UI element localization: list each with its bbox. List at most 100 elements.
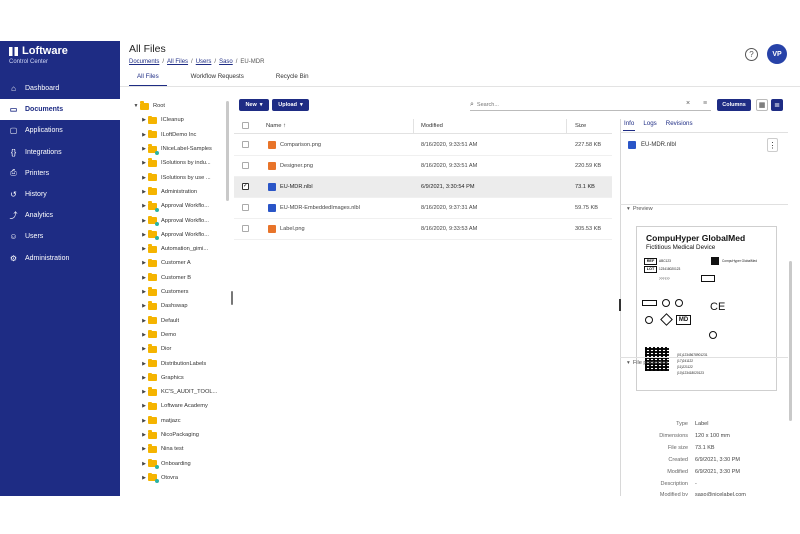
tree-item[interactable]: ▶ INiceLabel-Samples xyxy=(140,142,212,156)
chevron-right-icon[interactable]: ▶ xyxy=(140,403,148,409)
file-name[interactable]: EU-MDR-EmbeddedImages.nlbl xyxy=(280,205,360,211)
close-icon[interactable]: × xyxy=(686,100,690,107)
chevron-right-icon[interactable]: ▶ xyxy=(140,246,148,252)
tree-item[interactable]: ▶ Loftware Academy xyxy=(140,399,208,413)
chevron-right-icon[interactable]: ▶ xyxy=(140,160,148,166)
chevron-right-icon[interactable]: ▶ xyxy=(140,175,148,181)
tree-item[interactable]: ▶ matjazc xyxy=(140,414,181,428)
tree-item[interactable]: ▶ Customers xyxy=(140,285,189,299)
tree-item[interactable]: ▶ Customer A xyxy=(140,256,191,270)
sidebar-item-documents[interactable]: ▭ Documents xyxy=(0,99,120,121)
column-header-modified[interactable]: Modified xyxy=(421,123,443,129)
sidebar-item-applications[interactable]: ▢ Applications xyxy=(0,120,120,141)
chevron-right-icon[interactable]: ▶ xyxy=(140,446,148,452)
tree-item[interactable]: ▶ ISolutions by indu... xyxy=(140,156,211,170)
preview-section-toggle[interactable]: ▾ Preview xyxy=(627,206,653,212)
file-name[interactable]: EU-MDR.nlbl xyxy=(280,184,313,190)
columns-button[interactable]: Columns xyxy=(717,99,751,111)
tree-item[interactable]: ▶ Administration xyxy=(140,185,197,199)
table-row[interactable]: Designer.png 8/16/2020, 9:33:51 AM 220.59 … xyxy=(234,156,612,177)
tree-item[interactable]: ▶ Dashswap xyxy=(140,299,188,313)
select-all-checkbox[interactable] xyxy=(242,122,249,129)
chevron-right-icon[interactable]: ▶ xyxy=(140,132,148,138)
tree-item[interactable]: ▶ ILoftDemo Inc xyxy=(140,128,196,142)
tree-scrollbar[interactable] xyxy=(226,101,229,201)
tree-item[interactable]: ▶ Approval Workflo... xyxy=(140,199,209,213)
panel-splitter-handle[interactable] xyxy=(619,299,621,311)
tree-item[interactable]: ▶ Default xyxy=(140,314,179,328)
tree-item[interactable]: ▶ Otovra xyxy=(140,471,178,485)
column-divider[interactable] xyxy=(413,119,414,133)
help-icon[interactable]: ? xyxy=(745,48,758,61)
splitter-handle[interactable] xyxy=(231,291,233,305)
tree-item[interactable]: ▶ NicoPackaging xyxy=(140,428,199,442)
grid-view-icon[interactable]: ▦ xyxy=(756,99,768,111)
table-row[interactable]: Comparison.png 8/16/2020, 9:33:51 AM 227.5… xyxy=(234,135,612,156)
file-name[interactable]: Label.png xyxy=(280,226,305,232)
row-checkbox[interactable]: ✓ xyxy=(242,183,249,190)
chevron-down-icon[interactable]: ▼ xyxy=(132,103,140,109)
chevron-right-icon[interactable]: ▶ xyxy=(140,303,148,309)
row-checkbox[interactable] xyxy=(242,204,249,211)
file-name[interactable]: Comparison.png xyxy=(280,142,321,148)
sidebar-item-analytics[interactable]: ⤴ Analytics xyxy=(0,205,120,226)
chevron-right-icon[interactable]: ▶ xyxy=(140,232,148,238)
sidebar-item-integrations[interactable]: {} Integrations xyxy=(0,142,120,163)
tree-item[interactable]: ▶ ISolutions by use ... xyxy=(140,171,211,185)
tab-all-files[interactable]: All Files xyxy=(129,71,167,86)
search-input[interactable] xyxy=(476,102,677,108)
column-header-name[interactable]: Name ↑ xyxy=(266,123,286,129)
tree-item[interactable]: ▶ Onboarding xyxy=(140,457,191,471)
tree-item[interactable]: ▶ Graphics xyxy=(140,371,184,385)
chevron-right-icon[interactable]: ▶ xyxy=(140,475,148,481)
chevron-right-icon[interactable]: ▶ xyxy=(140,318,148,324)
breadcrumb-users[interactable]: Users xyxy=(196,59,212,65)
sidebar-item-users[interactable]: ☺ Users xyxy=(0,226,120,247)
chevron-right-icon[interactable]: ▶ xyxy=(140,361,148,367)
panel-scrollbar[interactable] xyxy=(789,261,792,421)
chevron-right-icon[interactable]: ▶ xyxy=(140,117,148,123)
file-properties-toggle[interactable]: ▾ File properties xyxy=(627,360,668,366)
tree-item[interactable]: ▶ ICleanup xyxy=(140,113,184,127)
chevron-right-icon[interactable]: ▶ xyxy=(140,203,148,209)
tab-info[interactable]: Info xyxy=(623,119,636,131)
sidebar-item-printers[interactable]: ⎙ Printers xyxy=(0,163,120,184)
tree-item[interactable]: ▶ KC'S_AUDIT_TOOL... xyxy=(140,385,217,399)
sidebar-item-administration[interactable]: ⚙ Administration xyxy=(0,248,120,269)
list-view-icon[interactable]: ≣ xyxy=(771,99,783,111)
tree-item[interactable]: ▶ Demo xyxy=(140,328,176,342)
tree-item[interactable]: ▶ Nina test xyxy=(140,442,183,456)
breadcrumb-saso[interactable]: Saso xyxy=(219,59,233,65)
column-header-size[interactable]: Size xyxy=(575,123,586,129)
tree-item[interactable]: ▶ Customer B xyxy=(140,271,191,285)
chevron-right-icon[interactable]: ▶ xyxy=(140,432,148,438)
chevron-right-icon[interactable]: ▶ xyxy=(140,146,148,152)
chevron-right-icon[interactable]: ▶ xyxy=(140,275,148,281)
tab-workflow-requests[interactable]: Workflow Requests xyxy=(183,71,252,86)
tab-logs[interactable]: Logs xyxy=(642,119,657,131)
column-divider[interactable] xyxy=(566,119,567,133)
row-checkbox[interactable] xyxy=(242,162,249,169)
tree-item[interactable]: ▶ Approval Workflo... xyxy=(140,213,209,227)
tree-item[interactable]: ▶ Automation_gimi... xyxy=(140,242,208,256)
table-row[interactable]: Label.png 8/16/2020, 9:33:53 AM 305.53 KB xyxy=(234,219,612,240)
chevron-right-icon[interactable]: ▶ xyxy=(140,418,148,424)
chevron-right-icon[interactable]: ▶ xyxy=(140,389,148,395)
file-name[interactable]: Designer.png xyxy=(280,163,313,169)
tree-item[interactable]: ▶ Approval Workflo... xyxy=(140,228,209,242)
table-row[interactable]: ✓ EU-MDR.nlbl 6/9/2021, 3:30:54 PM 73.1 KB xyxy=(234,177,612,198)
sidebar-item-history[interactable]: ↺ History xyxy=(0,184,120,205)
chevron-right-icon[interactable]: ▶ xyxy=(140,189,148,195)
table-row[interactable]: EU-MDR-EmbeddedImages.nlbl 8/16/2020, 9:3… xyxy=(234,198,612,219)
row-checkbox[interactable] xyxy=(242,225,249,232)
new-button[interactable]: New ▾ xyxy=(239,99,269,111)
tab-revisions[interactable]: Revisions xyxy=(665,119,694,131)
chevron-right-icon[interactable]: ▶ xyxy=(140,218,148,224)
chevron-right-icon[interactable]: ▶ xyxy=(140,346,148,352)
tab-recycle-bin[interactable]: Recycle Bin xyxy=(268,71,317,86)
chevron-right-icon[interactable]: ▶ xyxy=(140,332,148,338)
sidebar-item-dashboard[interactable]: ⌂ Dashboard xyxy=(0,78,120,99)
chevron-right-icon[interactable]: ▶ xyxy=(140,375,148,381)
tree-root[interactable]: ▼ Root xyxy=(132,99,165,113)
breadcrumb-all-files[interactable]: All Files xyxy=(167,59,188,65)
